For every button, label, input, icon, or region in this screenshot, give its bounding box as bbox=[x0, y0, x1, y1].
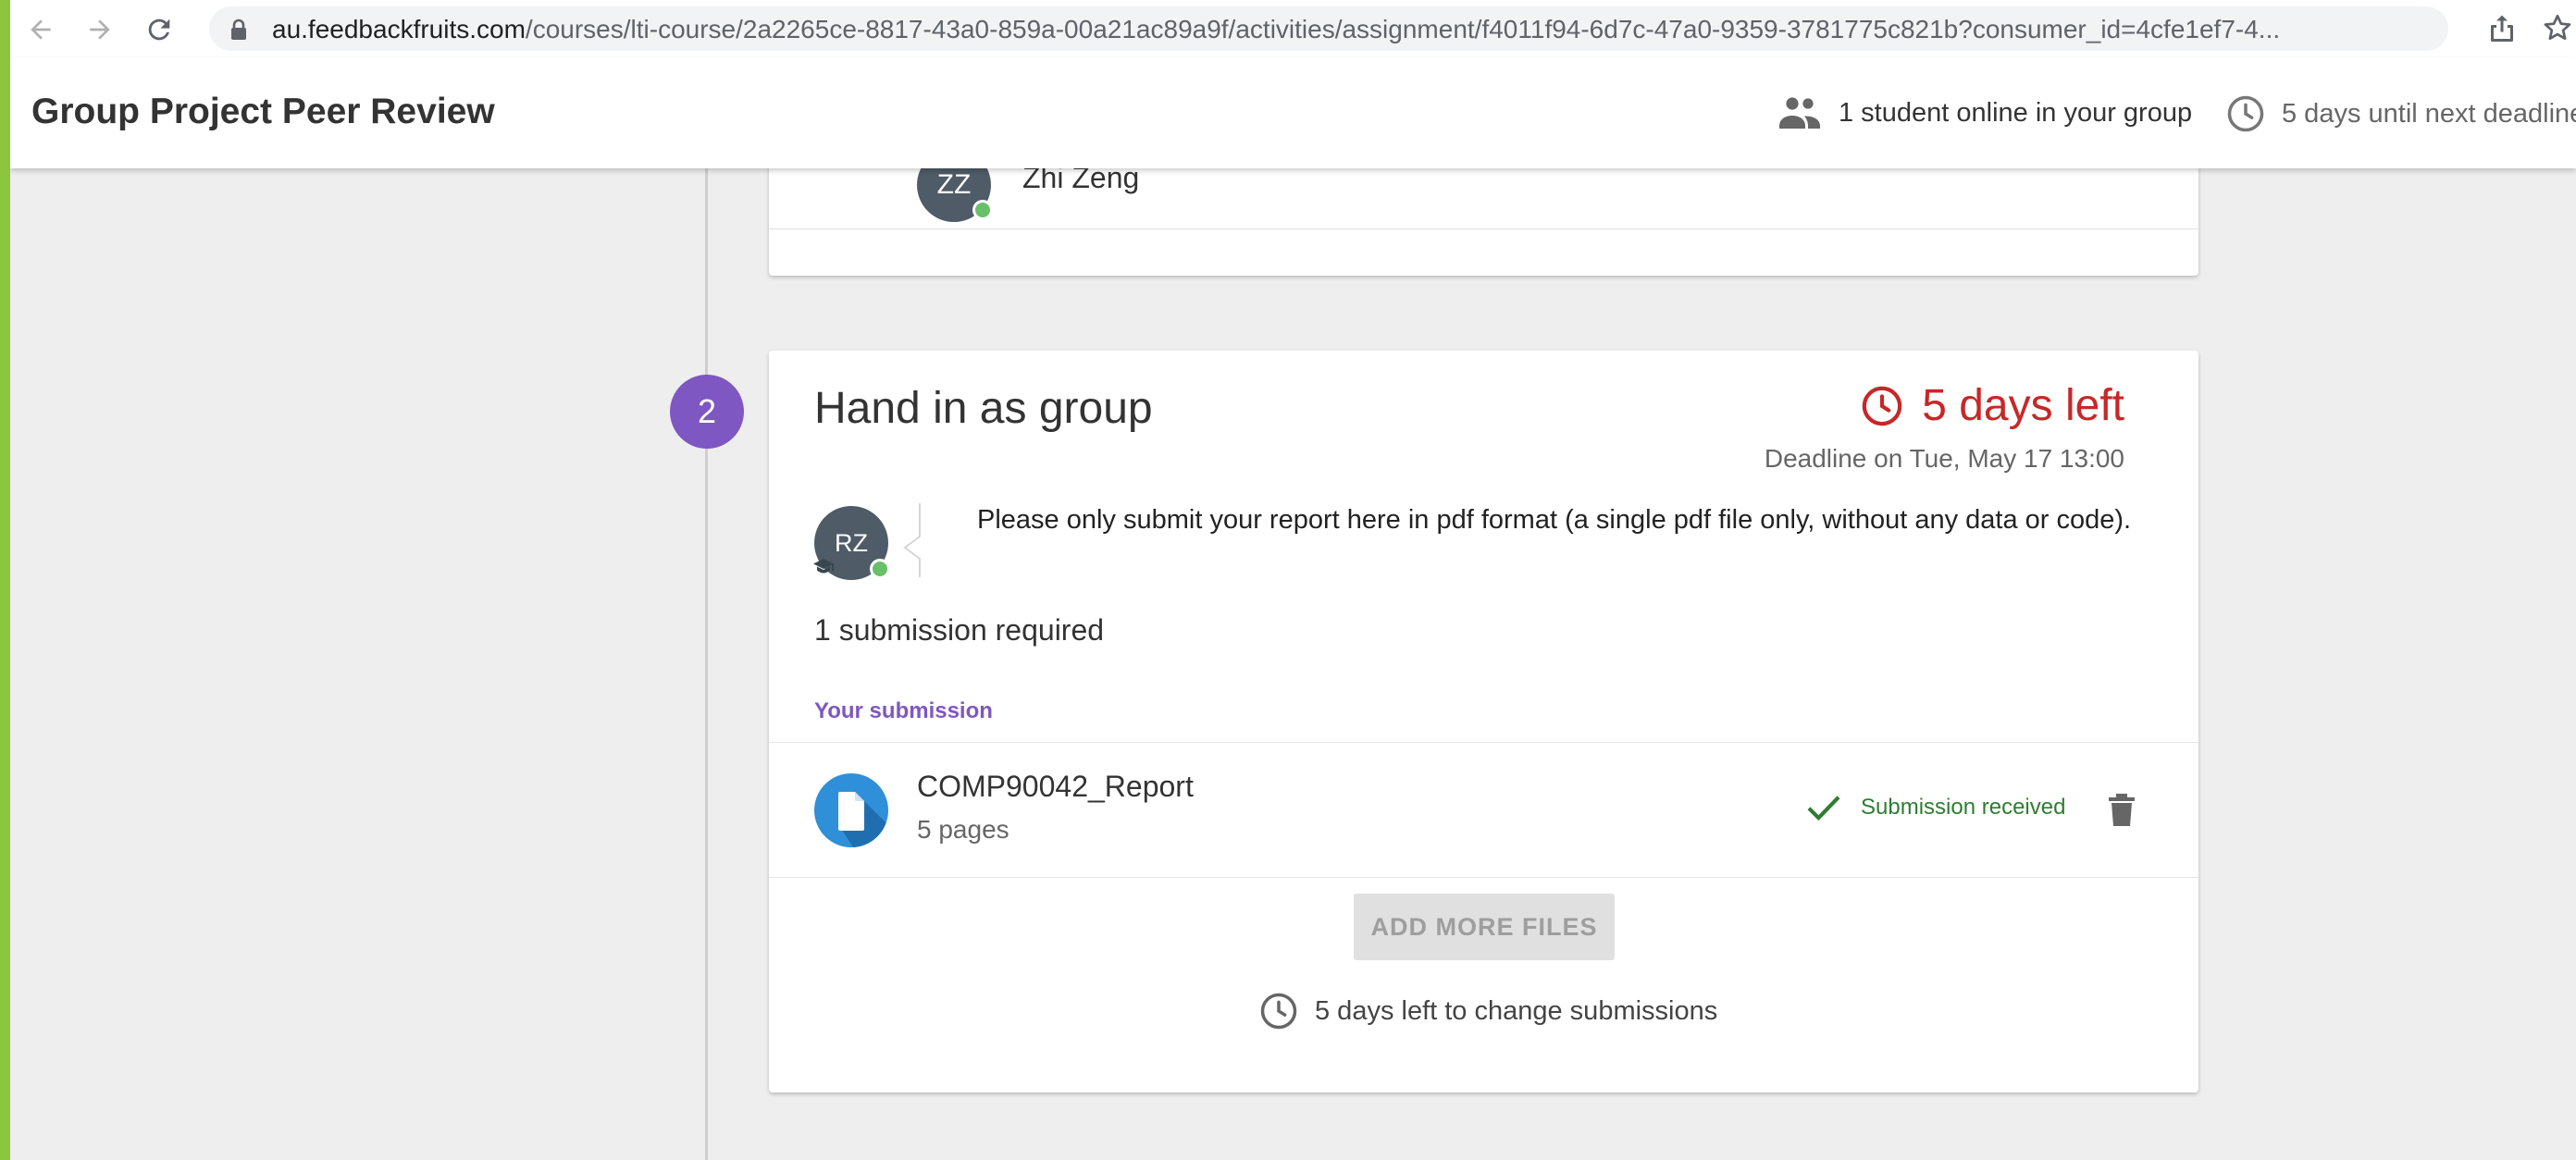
forward-arrow-icon bbox=[90, 19, 110, 40]
page-title: Group Project Peer Review bbox=[31, 92, 495, 131]
app-header: Group Project Peer Review 1 student onli… bbox=[10, 57, 2576, 168]
address-bar[interactable]: au.feedbackfruits.com/courses/lti-course… bbox=[209, 6, 2448, 51]
days-left-indicator: 5 days left bbox=[1861, 380, 2124, 431]
change-submissions-note: 5 days left to change submissions bbox=[1259, 992, 1717, 1030]
group-icon bbox=[1779, 97, 1820, 129]
graduation-cap-icon bbox=[813, 559, 834, 574]
clock-icon bbox=[1862, 386, 1902, 426]
online-indicator bbox=[972, 200, 993, 220]
online-status-text: 1 student online in your group bbox=[1839, 97, 2193, 128]
file-icon bbox=[838, 792, 888, 847]
submission-status: Submission received bbox=[1805, 793, 2065, 822]
left-accent-strip bbox=[0, 0, 10, 1160]
reload-button[interactable] bbox=[141, 11, 178, 48]
section-label: Your submission bbox=[814, 698, 993, 723]
url-host: au.feedbackfruits.com bbox=[272, 15, 526, 43]
file-avatar[interactable] bbox=[814, 773, 888, 847]
star-icon[interactable] bbox=[2541, 11, 2574, 44]
file-page-count: 5 pages bbox=[917, 815, 1009, 844]
online-status[interactable]: 1 student online in your group bbox=[1777, 94, 2192, 131]
url-text: au.feedbackfruits.com/courses/lti-course… bbox=[272, 15, 2280, 44]
hand-in-card: Hand in as group 5 days left Deadline on… bbox=[769, 351, 2198, 1092]
back-button[interactable] bbox=[22, 11, 59, 48]
file-name[interactable]: COMP90042_Report bbox=[917, 770, 1194, 804]
lock-icon bbox=[231, 19, 246, 40]
divider bbox=[769, 877, 2198, 878]
browser-toolbar: au.feedbackfruits.com/courses/lti-course… bbox=[10, 0, 2576, 58]
deadline-status-text: 5 days until next deadline bbox=[2282, 98, 2576, 129]
step-number-badge: 2 bbox=[670, 375, 744, 449]
url-path: /courses/lti-course/2a2265ce-8817-43a0-8… bbox=[525, 15, 2281, 43]
online-indicator bbox=[870, 559, 890, 579]
instruction-text: Please only submit your report here in p… bbox=[977, 505, 2132, 535]
trash-icon[interactable] bbox=[2107, 792, 2136, 827]
divider bbox=[769, 742, 2198, 743]
add-more-files-button[interactable]: ADD MORE FILES bbox=[1354, 894, 1615, 960]
back-arrow-icon bbox=[31, 19, 51, 40]
clock-icon bbox=[1260, 993, 1297, 1030]
clock-icon bbox=[2227, 95, 2264, 132]
forward-button[interactable] bbox=[81, 11, 118, 48]
divider bbox=[769, 228, 2198, 229]
check-icon bbox=[1807, 796, 1840, 821]
share-icon[interactable] bbox=[2485, 11, 2519, 44]
submission-requirement: 1 submission required bbox=[814, 613, 1105, 647]
step-title: Hand in as group bbox=[814, 384, 1153, 433]
speech-bubble-tail bbox=[903, 503, 921, 577]
days-left-text: 5 days left bbox=[1922, 381, 2124, 430]
timeline-line bbox=[705, 168, 708, 1160]
deadline-status[interactable]: 5 days until next deadline bbox=[2226, 94, 2576, 133]
submission-status-text: Submission received bbox=[1861, 795, 2066, 820]
change-submissions-text: 5 days left to change submissions bbox=[1315, 995, 1718, 1026]
reload-icon bbox=[148, 19, 170, 41]
deadline-date: Deadline on Tue, May 17 13:00 bbox=[1764, 444, 2124, 473]
